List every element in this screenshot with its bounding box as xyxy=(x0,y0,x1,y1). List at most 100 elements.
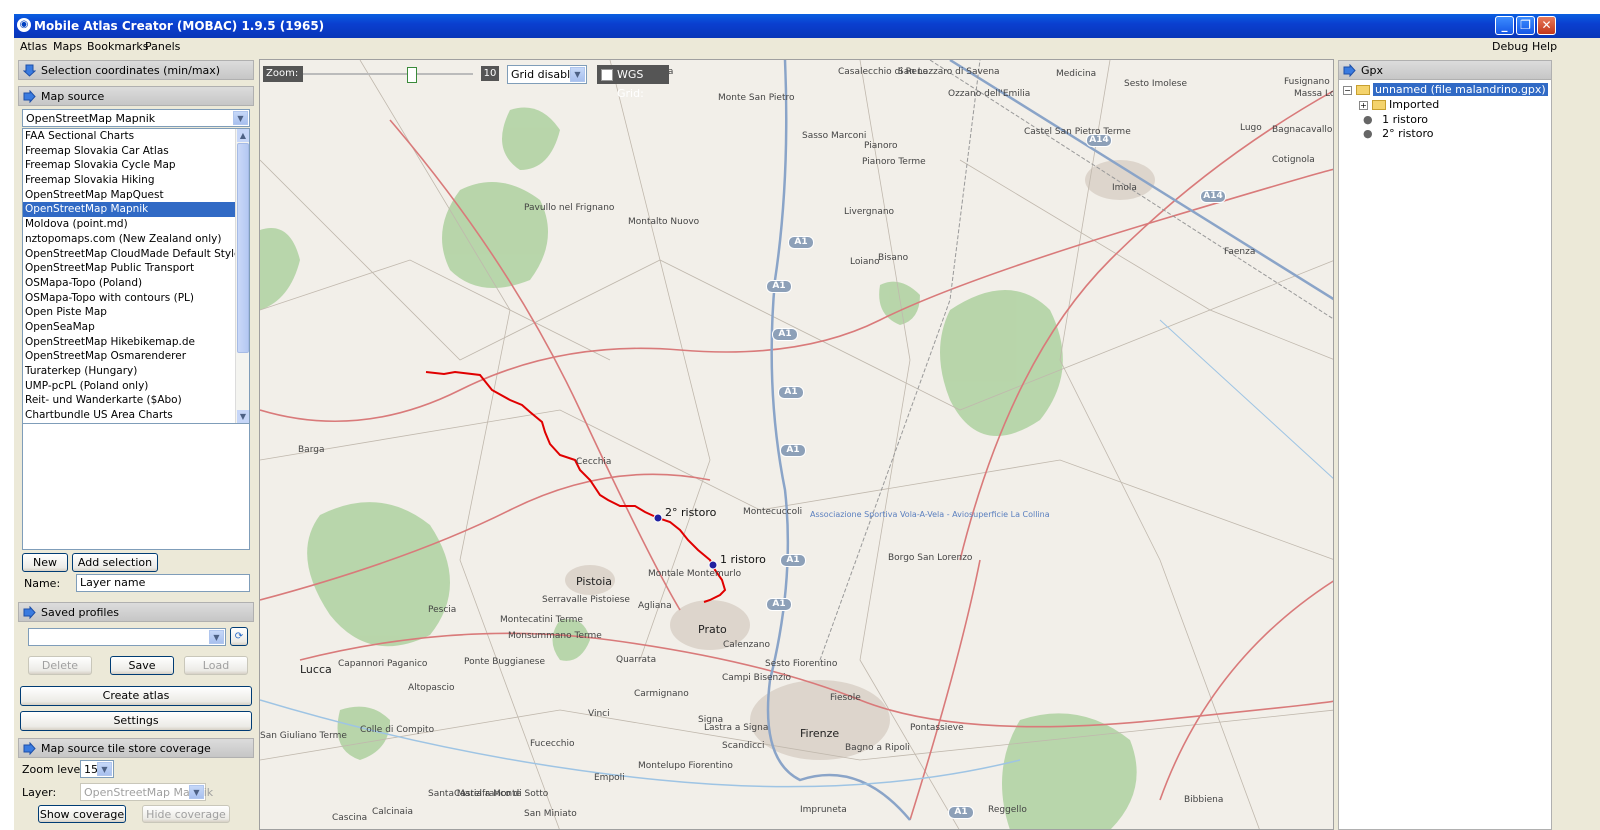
place-label: Campi Bisenzio xyxy=(722,673,791,683)
place-label: Scandicci xyxy=(722,741,765,751)
map-source-item[interactable]: nztopomaps.com (New Zealand only) xyxy=(23,232,249,247)
desktop-top xyxy=(0,0,1600,14)
list-scrollbar[interactable]: ▲ ▼ xyxy=(235,129,249,423)
selection-coordinates-header[interactable]: Selection coordinates (min/max) xyxy=(18,60,254,80)
map-source-item[interactable]: Freemap Slovakia Car Atlas xyxy=(23,144,249,159)
app-icon: ◉ xyxy=(17,18,31,32)
gpx-point-node[interactable]: ● 2° ristoro xyxy=(1363,127,1433,140)
place-label: Pavullo nel Frignano xyxy=(524,203,615,213)
place-label: Carmignano xyxy=(634,689,689,699)
map-source-item[interactable]: Freemap Slovakia Hiking xyxy=(23,173,249,188)
load-profile-button[interactable]: Load xyxy=(184,656,248,675)
chevron-down-icon[interactable]: ▼ xyxy=(189,785,204,799)
zoom-level-dropdown[interactable]: 15 ▼ xyxy=(80,760,114,778)
tile-store-coverage-header[interactable]: Map source tile store coverage xyxy=(18,738,254,758)
map-source-header[interactable]: Map source xyxy=(18,86,254,106)
map-source-item[interactable]: OpenStreetMap Mapnik xyxy=(23,202,249,218)
wgs-grid-checkbox[interactable] xyxy=(601,69,613,81)
gpx-panel: Gpx − unnamed (file malandrino.gpx) + Im… xyxy=(1338,58,1552,830)
map-source-dropdown[interactable]: OpenStreetMap Mapnik ▼ xyxy=(22,109,250,127)
place-label: Castel San Pietro Terme xyxy=(1024,127,1131,137)
place-label: San Giuliano Terme xyxy=(260,731,347,741)
new-layer-button[interactable]: New xyxy=(22,553,68,572)
menu-panels[interactable]: Panels xyxy=(145,40,180,53)
map-source-item[interactable]: Moldova (point.md) xyxy=(23,217,249,232)
map-source-item[interactable]: UMP-pcPL (Poland only) xyxy=(23,379,249,394)
collapse-icon[interactable]: − xyxy=(1343,86,1352,95)
menu-maps[interactable]: Maps xyxy=(53,40,82,53)
map-source-item[interactable]: OpenStreetMap CloudMade Default Style xyxy=(23,247,249,262)
coverage-layer-dropdown[interactable]: OpenStreetMap Mapnik ▼ xyxy=(80,783,213,801)
folder-icon xyxy=(1355,85,1370,95)
map-source-item[interactable]: FAA Sectional Charts xyxy=(23,129,249,144)
map-source-item[interactable]: Reit- und Wanderkarte ($Abo) xyxy=(23,393,249,408)
zoom-slider[interactable] xyxy=(407,67,417,83)
close-button[interactable]: ✕ xyxy=(1537,16,1556,35)
collapse-arrow-icon xyxy=(23,64,36,77)
gpx-point-node[interactable]: ● 1 ristoro xyxy=(1363,113,1428,126)
chevron-down-icon[interactable]: ▼ xyxy=(209,630,224,644)
place-label: Medicina xyxy=(1056,69,1097,79)
place-label: Calcinaia xyxy=(372,807,413,817)
wgs-grid-toggle[interactable]: WGS Grid: xyxy=(597,65,669,100)
grid-dropdown[interactable]: Grid disabled ▼ xyxy=(507,65,587,84)
menu-bookmarks[interactable]: Bookmarks xyxy=(87,40,148,53)
save-profile-button[interactable]: Save xyxy=(110,656,174,675)
map-source-item[interactable]: Open Piste Map xyxy=(23,305,249,320)
show-coverage-button[interactable]: Show coverage xyxy=(38,805,126,823)
zoom-level-label: Zoom level: xyxy=(22,763,88,776)
highway-shield: A1 xyxy=(766,280,792,293)
zoom-slider-track[interactable] xyxy=(303,73,473,75)
expand-icon[interactable]: + xyxy=(1359,101,1368,110)
map-source-item[interactable]: OpenStreetMap Hikebikemap.de xyxy=(23,335,249,350)
delete-profile-button[interactable]: Delete xyxy=(28,656,92,675)
map-source-list[interactable]: FAA Sectional Charts Freemap Slovakia Car… xyxy=(22,128,250,424)
map-source-item[interactable]: OSMapa-Topo (Poland) xyxy=(23,276,249,291)
highway-shield: A14 xyxy=(1086,134,1112,147)
map-source-item[interactable]: OpenStreetMap Public Transport xyxy=(23,261,249,276)
waypoint-label[interactable]: 1 ristoro xyxy=(720,554,766,565)
refresh-icon: ⟳ xyxy=(234,631,244,642)
gpx-header[interactable]: Gpx xyxy=(1338,60,1552,80)
map-source-item[interactable]: Freemap Slovakia Cycle Map xyxy=(23,158,249,173)
refresh-profiles-button[interactable]: ⟳ xyxy=(230,627,248,646)
place-label: Lastra a Signa xyxy=(704,723,769,733)
map-source-item[interactable]: OpenStreetMap Osmarenderer xyxy=(23,349,249,364)
map-source-item[interactable]: Turaterkep (Hungary) xyxy=(23,364,249,379)
map-source-item[interactable]: OpenSeaMap xyxy=(23,320,249,335)
place-label: Ponte Buggianese xyxy=(464,657,546,667)
gpx-tree[interactable]: − unnamed (file malandrino.gpx) + Import… xyxy=(1338,79,1552,830)
chevron-down-icon[interactable]: ▼ xyxy=(233,111,248,125)
chevron-down-icon[interactable]: ▼ xyxy=(97,762,112,776)
add-selection-button[interactable]: Add selection xyxy=(72,553,158,572)
gpx-folder-node[interactable]: + Imported xyxy=(1359,98,1439,111)
waypoint-label[interactable]: 2° ristoro xyxy=(665,507,716,518)
layer-name-field[interactable]: Layer name xyxy=(76,574,250,592)
create-atlas-button[interactable]: Create atlas xyxy=(20,686,252,706)
layer-tree-area[interactable] xyxy=(22,424,250,550)
menu-help[interactable]: Help xyxy=(1532,40,1557,53)
gpx-point-label: 1 ristoro xyxy=(1382,113,1428,126)
settings-button[interactable]: Settings xyxy=(20,711,252,731)
hide-coverage-button[interactable]: Hide coverage xyxy=(142,805,230,823)
map-source-item[interactable]: OSMapa-Topo with contours (PL) xyxy=(23,291,249,306)
scroll-up-icon[interactable]: ▲ xyxy=(237,129,249,142)
expand-arrow-icon xyxy=(23,606,36,619)
map-source-item[interactable]: OpenStreetMap MapQuest xyxy=(23,188,249,203)
title-bar[interactable]: ◉ Mobile Atlas Creator (MOBAC) 1.9.5 (19… xyxy=(14,14,1600,38)
scroll-thumb[interactable] xyxy=(237,143,249,353)
map-view[interactable]: Barga Pescia Lucca Pistoia Prato Firenze Monte… xyxy=(259,59,1334,830)
chevron-down-icon[interactable]: ▼ xyxy=(570,67,585,82)
maximize-button[interactable]: ❐ xyxy=(1516,16,1535,35)
place-label: Ozzano dell'Emilia xyxy=(948,89,1031,99)
map-source-item[interactable]: Chartbundle US Area Charts xyxy=(23,408,249,423)
profile-dropdown[interactable]: ▼ xyxy=(28,628,226,646)
gpx-root-node[interactable]: − unnamed (file malandrino.gpx) xyxy=(1343,83,1548,96)
saved-profiles-header[interactable]: Saved profiles xyxy=(18,602,254,622)
place-label: Montecatini Terme xyxy=(500,615,583,625)
scroll-down-icon[interactable]: ▼ xyxy=(237,410,249,423)
menu-debug[interactable]: Debug xyxy=(1492,40,1528,53)
minimize-button[interactable]: _ xyxy=(1495,16,1514,35)
menu-atlas[interactable]: Atlas xyxy=(20,40,47,53)
place-label: Firenze xyxy=(800,727,840,740)
